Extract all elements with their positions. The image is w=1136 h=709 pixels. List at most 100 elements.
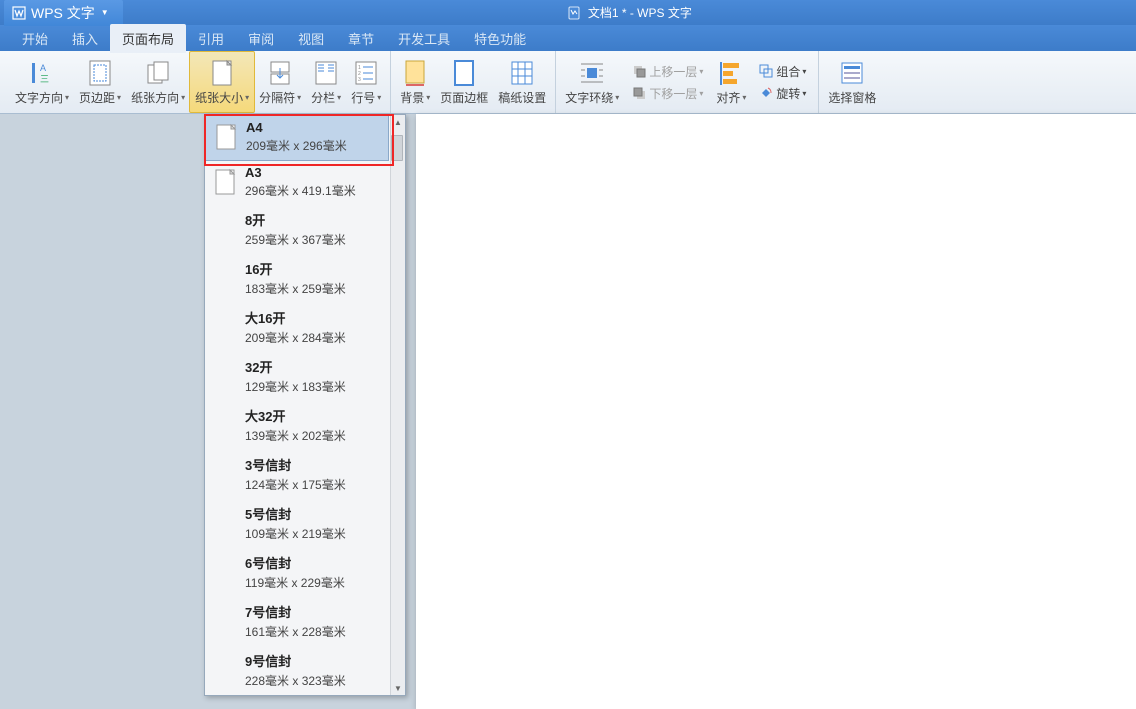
document-title-text: 文档1 * - WPS 文字 bbox=[588, 4, 692, 21]
bring-forward-button: 上移一层▾ bbox=[628, 61, 707, 82]
paper-size-option[interactable]: A3 296毫米 x 419.1毫米 bbox=[205, 160, 389, 205]
columns-button[interactable]: 分栏▾ bbox=[306, 52, 346, 112]
line-numbers-button[interactable]: 123 行号▾ bbox=[346, 52, 386, 112]
paper-size-option[interactable]: 大16开209毫米 x 284毫米 bbox=[205, 303, 389, 352]
rotate-icon bbox=[759, 86, 773, 100]
document-title-area: 文档1 * - WPS 文字 bbox=[123, 4, 1136, 21]
text-direction-icon: A三 bbox=[29, 60, 55, 86]
page-border-icon bbox=[452, 59, 476, 87]
send-backward-button: 下移一层▾ bbox=[628, 83, 707, 104]
paper-size-option[interactable]: 3号信封124毫米 x 175毫米 bbox=[205, 450, 389, 499]
svg-text:3: 3 bbox=[358, 77, 361, 83]
paper-size-dimensions: 209毫米 x 284毫米 bbox=[245, 329, 389, 346]
paper-size-option[interactable]: 5号信封109毫米 x 219毫米 bbox=[205, 499, 389, 548]
chevron-down-icon: ▾ bbox=[742, 93, 746, 102]
text-wrap-button[interactable]: 文字环绕▾ bbox=[560, 52, 624, 112]
selection-pane-button[interactable]: 选择窗格 bbox=[823, 52, 881, 112]
paper-size-option[interactable]: 6号信封 119毫米 x 229毫米 bbox=[205, 548, 389, 597]
paper-size-dimensions: 259毫米 x 367毫米 bbox=[245, 231, 389, 248]
ribbon-group-arrange: 文字环绕▾ 上移一层▾ 下移一层▾ 对齐▾ 组合▾ 旋转▾ bbox=[556, 51, 819, 113]
scroll-thumb[interactable] bbox=[391, 135, 403, 161]
paper-size-dimensions: 228毫米 x 323毫米 bbox=[245, 672, 389, 689]
chevron-down-icon: ▾ bbox=[615, 93, 619, 102]
paper-size-option[interactable]: 7号信封161毫米 x 228毫米 bbox=[205, 597, 389, 646]
menu-tab-2[interactable]: 页面布局 bbox=[110, 24, 186, 53]
chevron-down-icon: ▾ bbox=[181, 93, 185, 102]
paper-size-button[interactable]: 纸张大小▾ bbox=[189, 51, 255, 113]
paper-size-option[interactable]: 大32开139毫米 x 202毫米 bbox=[205, 401, 389, 450]
menu-tab-6[interactable]: 章节 bbox=[336, 24, 386, 53]
breaks-icon bbox=[268, 60, 292, 86]
app-name: WPS 文字 bbox=[31, 3, 95, 23]
paper-size-name: 16开 bbox=[245, 259, 389, 278]
paper-size-name: 9号信封 bbox=[245, 651, 389, 670]
breaks-button[interactable]: 分隔符▾ bbox=[254, 52, 306, 112]
paper-size-option[interactable]: 8开259毫米 x 367毫米 bbox=[205, 205, 389, 254]
ribbon-group-background: 背景▾ 页面边框 稿纸设置 bbox=[391, 51, 556, 113]
margins-button[interactable]: 页边距▾ bbox=[74, 52, 126, 112]
title-bar: WPS 文字 ▼ 文档1 * - WPS 文字 bbox=[0, 0, 1136, 25]
page-icon bbox=[214, 168, 236, 196]
menu-tab-4[interactable]: 审阅 bbox=[236, 24, 286, 53]
paper-size-option[interactable]: 32开 129毫米 x 183毫米 bbox=[205, 352, 389, 401]
menu-tab-5[interactable]: 视图 bbox=[286, 24, 336, 53]
manuscript-button[interactable]: 稿纸设置 bbox=[493, 52, 551, 112]
send-backward-icon bbox=[632, 86, 646, 100]
svg-text:三: 三 bbox=[40, 74, 49, 84]
paper-size-dimensions: 129毫米 x 183毫米 bbox=[245, 378, 389, 395]
margins-icon bbox=[88, 59, 112, 87]
align-button[interactable]: 对齐▾ bbox=[711, 52, 751, 112]
chevron-down-icon: ▾ bbox=[337, 93, 341, 102]
bring-forward-icon bbox=[632, 64, 646, 78]
menu-bar: 开始插入页面布局引用审阅视图章节开发工具特色功能 bbox=[0, 25, 1136, 51]
line-numbers-icon: 123 bbox=[354, 60, 378, 86]
page-border-button[interactable]: 页面边框 bbox=[435, 52, 493, 112]
paper-size-dimensions: 296毫米 x 419.1毫米 bbox=[245, 182, 389, 199]
paper-size-option[interactable]: 9号信封 228毫米 x 323毫米 bbox=[205, 646, 389, 695]
selection-pane-icon bbox=[839, 60, 865, 86]
menu-tab-1[interactable]: 插入 bbox=[60, 24, 110, 53]
scroll-up-arrow[interactable]: ▲ bbox=[391, 115, 405, 129]
paper-size-option[interactable]: A4209毫米 x 296毫米 bbox=[205, 114, 389, 161]
scroll-down-arrow[interactable]: ▼ bbox=[391, 681, 405, 695]
orientation-button[interactable]: 纸张方向▾ bbox=[126, 52, 190, 112]
app-tab-dropdown-icon[interactable]: ▼ bbox=[101, 8, 109, 17]
group-button[interactable]: 组合▾ bbox=[755, 61, 810, 82]
paper-size-name: 7号信封 bbox=[245, 602, 389, 621]
rotate-button[interactable]: 旋转▾ bbox=[755, 83, 810, 104]
menu-tab-7[interactable]: 开发工具 bbox=[386, 24, 462, 53]
menu-tab-0[interactable]: 开始 bbox=[10, 24, 60, 53]
chevron-down-icon: ▾ bbox=[65, 93, 69, 102]
paper-size-name: 32开 bbox=[245, 357, 389, 376]
dropdown-scrollbar[interactable]: ▲ ▼ bbox=[390, 115, 405, 695]
text-wrap-icon bbox=[579, 60, 605, 86]
paper-size-option[interactable]: 16开183毫米 x 259毫米 bbox=[205, 254, 389, 303]
group-icon bbox=[759, 64, 773, 78]
menu-tab-8[interactable]: 特色功能 bbox=[462, 24, 538, 53]
manuscript-icon bbox=[510, 60, 534, 86]
paper-size-dimensions: 124毫米 x 175毫米 bbox=[245, 476, 389, 493]
paper-size-name: A3 bbox=[245, 165, 389, 180]
document-page[interactable] bbox=[416, 114, 1136, 709]
paper-size-dimensions: 119毫米 x 229毫米 bbox=[245, 574, 389, 591]
chevron-down-icon: ▾ bbox=[699, 89, 703, 98]
background-button[interactable]: 背景▾ bbox=[395, 52, 435, 112]
text-direction-button[interactable]: A三 文字方向▾ bbox=[10, 52, 74, 112]
svg-text:A: A bbox=[40, 63, 46, 73]
layer-stack: 上移一层▾ 下移一层▾ bbox=[624, 61, 711, 104]
menu-tab-3[interactable]: 引用 bbox=[186, 24, 236, 53]
paper-size-dimensions: 209毫米 x 296毫米 bbox=[246, 137, 388, 154]
chevron-down-icon: ▾ bbox=[426, 93, 430, 102]
chevron-down-icon: ▾ bbox=[699, 67, 703, 76]
paper-size-name: 6号信封 bbox=[245, 553, 389, 572]
chevron-down-icon: ▾ bbox=[297, 93, 301, 102]
work-area: A4209毫米 x 296毫米 A3 296毫米 x 419.1毫米 8开259毫米 … bbox=[0, 114, 1136, 709]
chevron-down-icon: ▾ bbox=[117, 93, 121, 102]
chevron-down-icon: ▾ bbox=[377, 93, 381, 102]
ribbon-page-layout: A三 文字方向▾ 页边距▾ 纸张方向▾ 纸张大小▾ 分隔符▾ 分栏▾ 123 行… bbox=[0, 51, 1136, 114]
app-tab[interactable]: WPS 文字 ▼ bbox=[4, 0, 123, 26]
chevron-down-icon: ▾ bbox=[802, 89, 806, 98]
paper-size-icon bbox=[210, 59, 234, 87]
ribbon-group-page-setup: A三 文字方向▾ 页边距▾ 纸张方向▾ 纸张大小▾ 分隔符▾ 分栏▾ 123 行… bbox=[6, 51, 391, 113]
page-icon bbox=[215, 123, 237, 151]
